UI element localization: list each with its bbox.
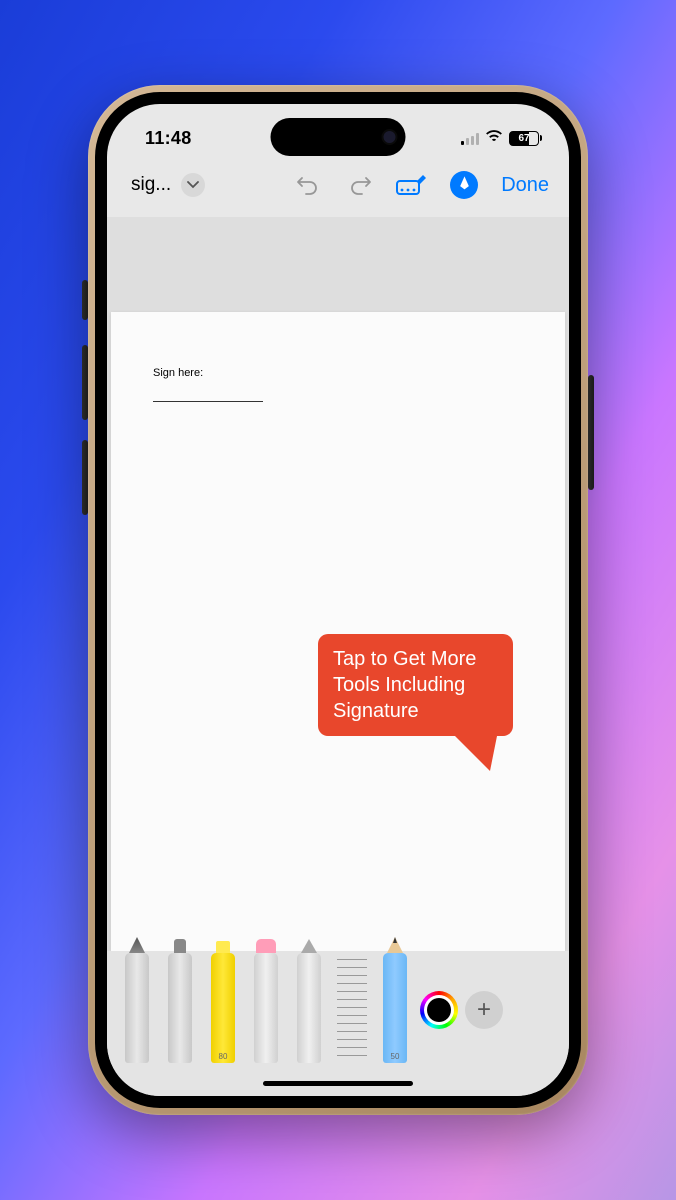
marker-tool[interactable]: [162, 953, 198, 1063]
ruler-tool[interactable]: [334, 953, 370, 1063]
color-picker-button[interactable]: [420, 991, 458, 1029]
redo-button[interactable]: [339, 169, 381, 201]
markup-tool-palette: 80 50 +: [107, 951, 569, 1096]
plus-icon: +: [477, 996, 491, 1024]
markup-menu-button[interactable]: [391, 169, 433, 201]
document-menu-button[interactable]: [181, 173, 205, 197]
document-title[interactable]: sig...: [131, 174, 171, 196]
cellular-icon: [461, 133, 479, 145]
document-page[interactable]: Sign here:: [111, 312, 565, 951]
tutorial-callout: Tap to Get More Tools Including Signatur…: [318, 634, 513, 736]
add-tools-button[interactable]: +: [465, 991, 503, 1029]
status-time: 11:48: [145, 128, 192, 149]
volume-up-button: [82, 345, 88, 420]
signature-line: [153, 401, 263, 402]
redo-icon: [347, 173, 373, 197]
phone-frame: 11:48 67 sig...: [88, 85, 588, 1115]
undo-icon: [295, 173, 321, 197]
wifi-icon: [485, 129, 503, 148]
dynamic-island: [271, 118, 406, 156]
battery-icon: 67: [509, 131, 539, 146]
done-button[interactable]: Done: [501, 174, 549, 197]
power-button: [588, 375, 594, 490]
chevron-down-icon: [187, 181, 199, 189]
callout-arrow-icon: [450, 731, 498, 771]
highlighter-tool[interactable]: 80: [205, 953, 241, 1063]
markup-menu-icon: [395, 174, 429, 196]
undo-button[interactable]: [287, 169, 329, 201]
app-toolbar: sig...: [107, 159, 569, 217]
mute-switch: [82, 280, 88, 320]
current-color-swatch: [427, 998, 451, 1022]
lasso-tool[interactable]: [291, 953, 327, 1063]
volume-down-button: [82, 440, 88, 515]
highlighter-size-label: 80: [211, 1052, 235, 1061]
editor-area[interactable]: Sign here: Tap to Get More Tools Includi…: [107, 217, 569, 951]
home-indicator[interactable]: [263, 1081, 413, 1086]
pen-tool[interactable]: [119, 953, 155, 1063]
eraser-tool[interactable]: [248, 953, 284, 1063]
pencil-tool[interactable]: 50: [377, 953, 413, 1063]
screen: 11:48 67 sig...: [107, 104, 569, 1096]
sign-here-label: Sign here:: [153, 367, 523, 379]
tutorial-callout-text: Tap to Get More Tools Including Signatur…: [333, 648, 476, 722]
pencil-size-label: 50: [383, 1052, 407, 1061]
markup-toggle-button[interactable]: [443, 169, 485, 201]
pen-tip-icon: [450, 171, 478, 199]
